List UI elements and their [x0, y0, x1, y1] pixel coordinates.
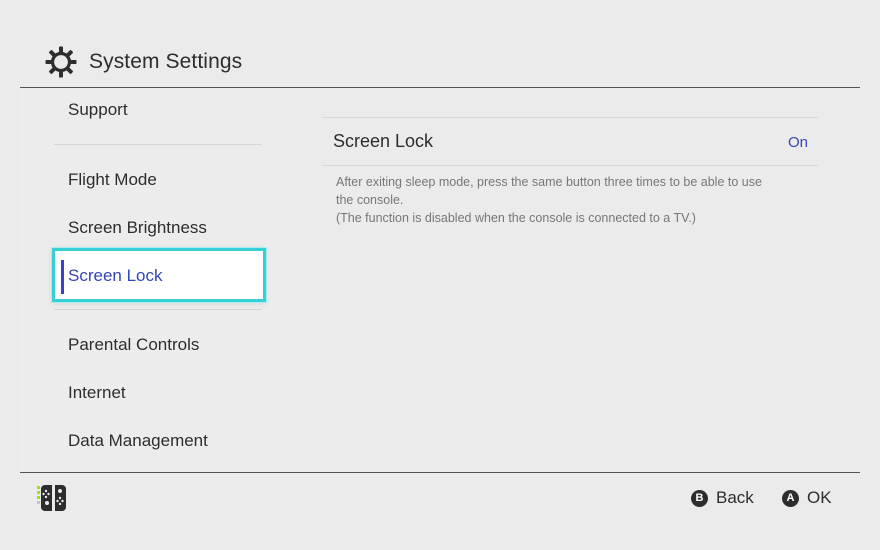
sidebar-item-screen-brightness[interactable]: Screen Brightness: [68, 218, 207, 238]
sidebar-item-support[interactable]: Support: [68, 100, 128, 120]
sidebar: Support Flight Mode Screen Brightness Sc…: [20, 88, 282, 472]
sidebar-item-label: Screen Lock: [68, 266, 163, 285]
description-line: After exiting sleep mode, press the same…: [336, 175, 762, 189]
setting-value: On: [787, 134, 808, 151]
row-divider: [322, 165, 818, 166]
setting-description: After exiting sleep mode, press the same…: [336, 173, 816, 227]
sidebar-item-flight-mode[interactable]: Flight Mode: [68, 170, 157, 190]
sidebar-item-screen-lock[interactable]: Screen Lock: [52, 248, 266, 302]
page-title: System Settings: [89, 50, 243, 73]
b-button-icon: B: [691, 489, 708, 507]
description-line: (The function is disabled when the conso…: [336, 211, 696, 225]
back-button[interactable]: B Back: [691, 487, 754, 509]
settings-panel: Screen Lock On After exiting sleep mode,…: [282, 88, 860, 472]
sidebar-divider: [54, 309, 262, 310]
ok-label: OK: [807, 488, 832, 507]
joycon-icon: [37, 485, 66, 511]
back-label: Back: [716, 488, 754, 507]
sidebar-item-internet[interactable]: Internet: [68, 383, 126, 403]
setting-label: Screen Lock: [333, 131, 434, 151]
sidebar-item-parental-controls[interactable]: Parental Controls: [68, 335, 199, 355]
gear-icon: [45, 46, 77, 78]
ok-button[interactable]: A OK: [782, 487, 832, 509]
selection-indicator: [61, 260, 64, 294]
header: System Settings: [0, 0, 880, 88]
footer: B Back A OK: [0, 473, 880, 550]
sidebar-item-data-management[interactable]: Data Management: [68, 431, 208, 451]
description-line: the console.: [336, 193, 404, 207]
a-button-icon: A: [782, 489, 799, 507]
sidebar-divider: [54, 144, 262, 145]
